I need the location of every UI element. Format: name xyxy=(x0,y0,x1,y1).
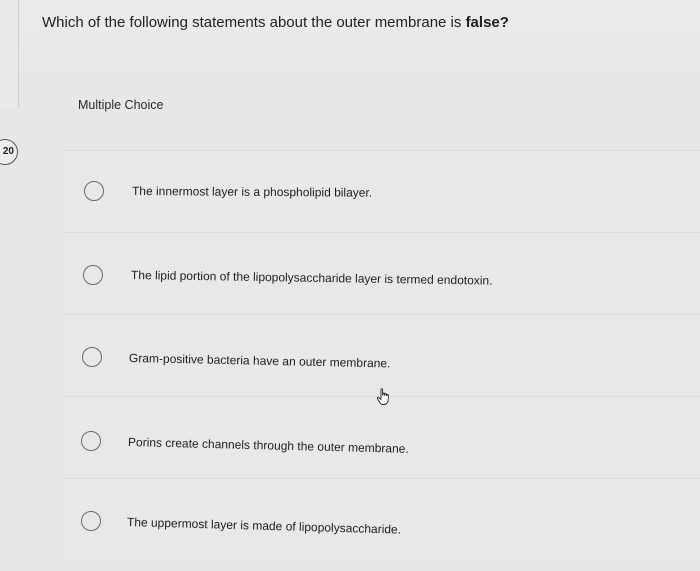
question-prompt: Which of the following statements about … xyxy=(42,14,466,31)
radio-button-4[interactable] xyxy=(81,431,101,451)
question-number-badge: 20 xyxy=(0,139,18,165)
radio-button-3[interactable] xyxy=(82,347,102,367)
choice-option-2[interactable]: The lipid portion of the lipopolysacchar… xyxy=(64,232,700,310)
choice-option-3[interactable]: Gram-positive bacteria have an outer mem… xyxy=(64,314,700,392)
radio-button-1[interactable] xyxy=(84,181,104,201)
choice-label-5: The uppermost layer is made of lipopolys… xyxy=(126,515,402,537)
question-text: Which of the following statements about … xyxy=(42,14,509,31)
choice-label-3: Gram-positive bacteria have an outer mem… xyxy=(128,351,391,371)
hand-pointer-icon xyxy=(376,388,389,405)
radio-button-2[interactable] xyxy=(83,265,103,285)
question-type-label: Multiple Choice xyxy=(78,98,164,112)
radio-button-5[interactable] xyxy=(81,511,101,531)
choice-option-1[interactable]: The innermost layer is a phospholipid bi… xyxy=(64,150,700,228)
choice-label-4: Porins create channels through the outer… xyxy=(127,435,409,456)
choice-option-5[interactable]: The uppermost layer is made of lipopolys… xyxy=(64,478,700,556)
choice-label-2: The lipid portion of the lipopolysacchar… xyxy=(130,268,493,288)
choice-label-1: The innermost layer is a phospholipid bi… xyxy=(131,184,373,200)
question-emphasis: false? xyxy=(465,14,509,31)
choice-option-4[interactable]: Porins create channels through the outer… xyxy=(64,396,700,474)
left-panel-edge xyxy=(0,0,19,108)
